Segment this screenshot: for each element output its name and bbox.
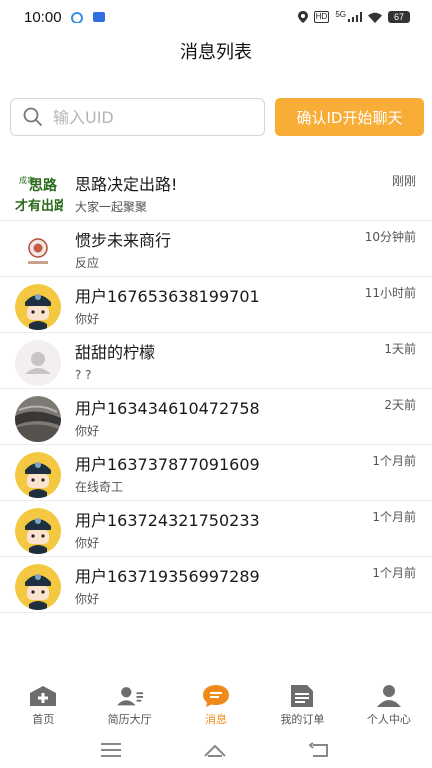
message-time: 1天前 — [384, 342, 416, 356]
contact-name: 惯步未来商行 — [75, 231, 172, 250]
message-item[interactable]: 成事 思路 才有出路 思路决定出路! 大家一起聚聚 刚刚 — [0, 165, 432, 221]
message-preview: ? ? — [75, 368, 92, 382]
avatar-logo-text: 思路 — [29, 177, 58, 194]
message-time: 10分钟前 — [364, 230, 416, 244]
message-preview: 你好 — [75, 312, 100, 326]
home-plus-icon — [29, 684, 57, 708]
avatar-cartoon-user — [15, 452, 61, 498]
location-icon — [297, 11, 308, 23]
message-preview: 反应 — [75, 256, 100, 270]
status-time: 10:00 — [24, 8, 62, 26]
home-icon[interactable] — [203, 742, 227, 758]
avatar-cartoon-user — [15, 284, 61, 330]
avatar-photo — [15, 396, 61, 442]
message-item[interactable]: 用户163719356997289 你好 1个月前 — [0, 557, 432, 613]
avatar-cartoon-user — [15, 564, 61, 610]
nav-home[interactable]: 首页 — [0, 678, 86, 730]
message-time: 刚刚 — [391, 174, 416, 188]
notification-app-icon — [92, 12, 105, 22]
bottom-nav: 首页 简历大厅 消息 我的订单 个人中心 — [0, 678, 432, 730]
nav-my-orders[interactable]: 我的订单 — [259, 678, 345, 730]
contact-name: 甜甜的柠檬 — [75, 343, 156, 362]
message-preview: 在线奇工 — [75, 480, 124, 494]
message-preview: 你好 — [75, 592, 100, 606]
avatar-logo-text: 才有出路 — [15, 198, 63, 214]
system-nav-bar — [0, 732, 432, 768]
page-title: 消息列表 — [180, 42, 252, 63]
status-left: 10:00 — [24, 9, 106, 26]
message-item[interactable]: 用户163737877091609 在线奇工 1个月前 — [0, 445, 432, 501]
battery-indicator: 67 — [388, 11, 410, 23]
message-item[interactable]: 甜甜的柠檬 ? ? 1天前 — [0, 333, 432, 389]
uid-search-box[interactable] — [10, 98, 265, 136]
message-time: 1个月前 — [372, 566, 416, 580]
contact-name: 思路决定出路! — [75, 175, 178, 194]
message-time: 2天前 — [384, 398, 416, 412]
message-time: 1个月前 — [372, 510, 416, 524]
message-item[interactable]: 用户163724321750233 你好 1个月前 — [0, 501, 432, 557]
person-icon — [375, 684, 403, 708]
message-time: 1个月前 — [372, 454, 416, 468]
cloud-app-icon — [70, 12, 83, 23]
contact-name: 用户163434610472758 — [75, 399, 260, 418]
status-right: HD 5G 67 — [297, 9, 410, 23]
message-item[interactable]: 惯步未来商行 反应 10分钟前 — [0, 221, 432, 277]
message-icon — [202, 684, 230, 708]
nav-profile-label: 个人中心 — [366, 713, 411, 726]
avatar-logo: 成事 思路 才有出路 — [15, 170, 63, 218]
status-bar: 10:00 HD 5G 67 — [0, 0, 432, 34]
contact-name: 用户163724321750233 — [75, 511, 260, 530]
nav-resume-hall-label: 简历大厅 — [107, 713, 152, 726]
start-chat-button[interactable]: 确认ID开始聊天 — [275, 98, 424, 136]
message-preview: 大家一起聚聚 — [75, 200, 148, 214]
avatar-cartoon-user — [15, 508, 61, 554]
contact-name: 用户163737877091609 — [75, 455, 260, 474]
uid-search-input[interactable] — [53, 107, 243, 127]
nav-home-label: 首页 — [32, 713, 55, 726]
message-list: 成事 思路 才有出路 思路决定出路! 大家一起聚聚 刚刚 惯步未来商行 反应 1… — [0, 165, 432, 613]
nav-profile[interactable]: 个人中心 — [346, 678, 432, 730]
message-time: 11小时前 — [364, 286, 416, 300]
nav-messages-label: 消息 — [205, 713, 228, 726]
avatar-default-user — [15, 340, 61, 386]
menu-icon[interactable] — [101, 743, 121, 757]
network-label: 5G — [335, 9, 346, 19]
wifi-icon — [368, 12, 382, 23]
search-icon — [23, 107, 42, 126]
message-preview: 你好 — [75, 536, 100, 550]
avatar-shop-seal — [15, 228, 61, 274]
signal-icon — [348, 12, 362, 22]
message-item[interactable]: 用户167653638199701 你好 11小时前 — [0, 277, 432, 333]
nav-messages[interactable]: 消息 — [173, 678, 259, 730]
contact-name: 用户163719356997289 — [75, 567, 260, 586]
message-preview: 你好 — [75, 424, 100, 438]
order-icon — [288, 684, 316, 708]
nav-my-orders-label: 我的订单 — [280, 713, 325, 726]
nav-resume-hall[interactable]: 简历大厅 — [86, 678, 172, 730]
resume-icon — [116, 684, 144, 708]
contact-name: 用户167653638199701 — [75, 287, 260, 306]
back-icon[interactable] — [309, 742, 331, 758]
hd-badge: HD — [313, 11, 330, 23]
message-item[interactable]: 用户163434610472758 你好 2天前 — [0, 389, 432, 445]
